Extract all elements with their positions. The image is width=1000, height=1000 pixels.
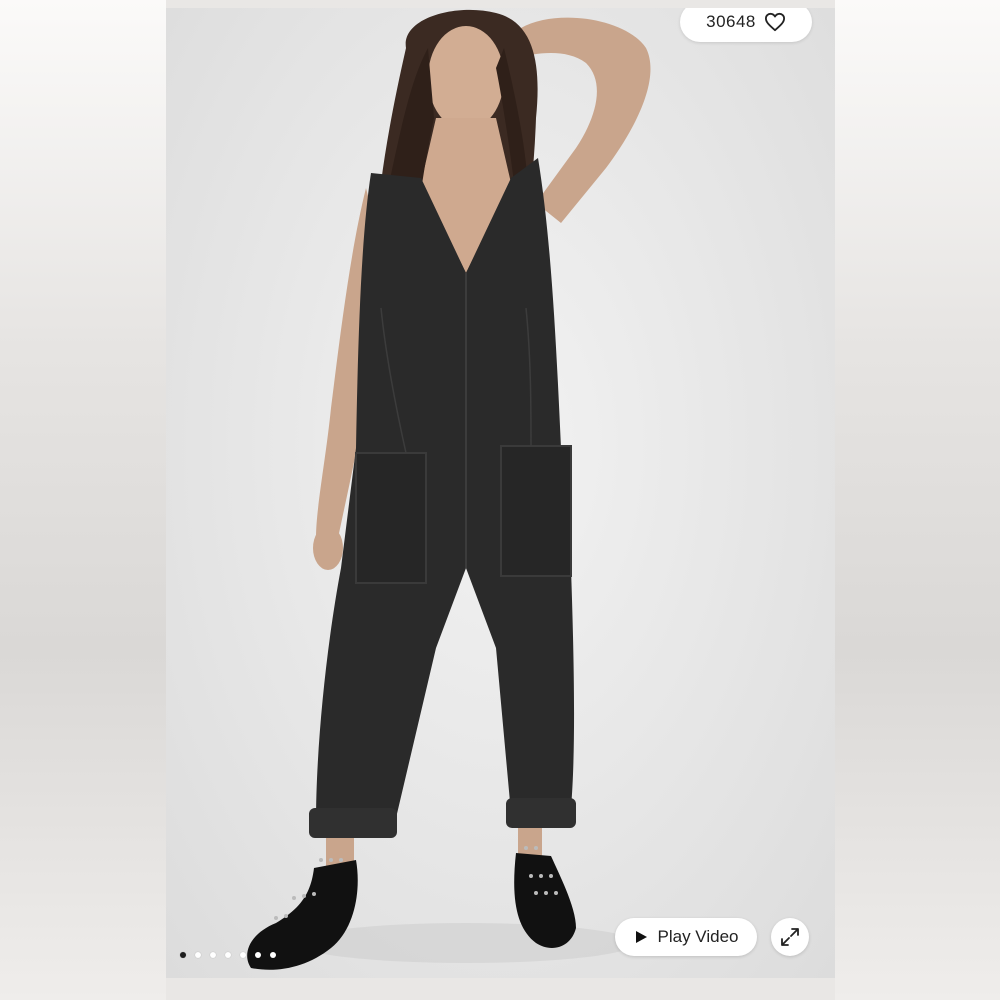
blurred-side-right (835, 0, 1000, 1000)
expand-icon (781, 928, 799, 946)
heart-outline-icon (764, 12, 785, 32)
carousel-dot[interactable] (180, 952, 186, 958)
like-count: 30648 (706, 12, 756, 31)
carousel-dot[interactable] (255, 952, 261, 958)
carousel-dot[interactable] (195, 952, 201, 958)
carousel-dot[interactable] (210, 952, 216, 958)
like-button[interactable]: 30648 (680, 8, 812, 42)
play-video-label: Play Video (657, 927, 739, 946)
carousel-dots[interactable] (180, 952, 276, 958)
carousel-dot[interactable] (225, 952, 231, 958)
product-photo[interactable]: 30648 Play Video (166, 8, 835, 978)
play-video-button[interactable]: Play Video (615, 918, 757, 956)
expand-image-button[interactable] (771, 918, 809, 956)
carousel-dot[interactable] (270, 952, 276, 958)
model-in-black-jumpsuit-image (247, 9, 651, 970)
carousel-dot[interactable] (240, 952, 246, 958)
play-icon (635, 931, 647, 943)
blurred-side-left (0, 0, 166, 1000)
